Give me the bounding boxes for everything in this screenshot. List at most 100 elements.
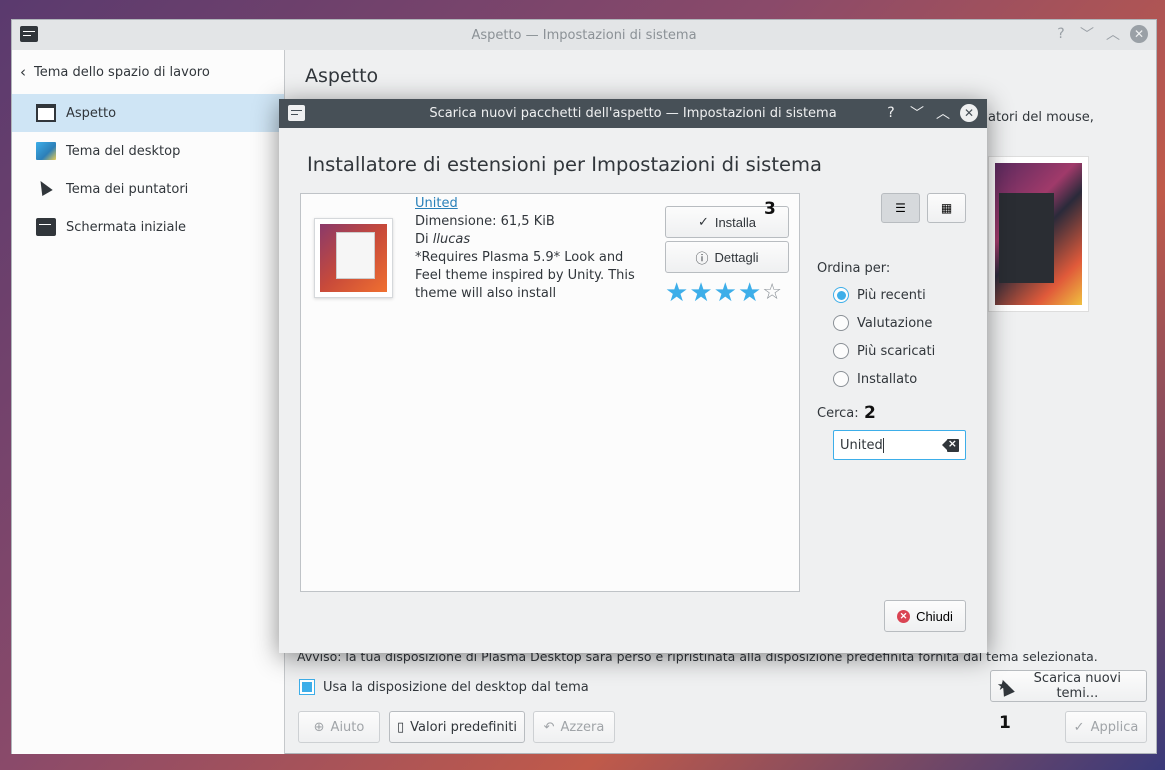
item-author-prefix: Di (415, 232, 433, 247)
close-circle-icon: ✕ (897, 609, 911, 623)
sort-option-label: Valutazione (857, 315, 933, 331)
clear-text-icon[interactable]: × (941, 437, 959, 452)
document-icon: ▯ (397, 719, 405, 735)
reset-button-label: Azzera (560, 719, 605, 735)
star-filled-icon: ★ (737, 278, 762, 308)
maximize-icon[interactable]: ︿ (1104, 25, 1122, 43)
undo-icon: ↶ (543, 719, 555, 735)
defaults-button-label: Valori predefiniti (410, 719, 517, 735)
annotation-number-2: 2 (864, 403, 876, 423)
item-author: llucas (432, 232, 471, 247)
sidebar-back-button[interactable]: ‹ Tema dello spazio di lavoro (12, 50, 284, 94)
download-themes-button[interactable]: ★ Scarica nuovi temi... (990, 670, 1147, 702)
dialog-window-controls: ? ﹀ ︿ ✕ (882, 104, 978, 122)
main-window-title: Aspetto — Impostazioni di sistema (471, 27, 697, 43)
check-icon: ✓ (697, 214, 709, 229)
radio-button[interactable] (833, 343, 849, 359)
apply-button[interactable]: ✓ Applica (1065, 711, 1147, 743)
dialog-titlebar: Scarica nuovi pacchetti dell'aspetto — I… (279, 99, 987, 128)
grid-view-button[interactable]: ▦ (927, 193, 966, 223)
rating-stars[interactable]: ★ ★ ★ ★ ☆ (665, 280, 782, 306)
dialog-heading: Installatore di estensioni per Impostazi… (307, 153, 822, 176)
sidebar: ‹ Tema dello spazio di lavoro Aspetto Te… (12, 50, 285, 754)
sidebar-item-label: Tema del desktop (66, 143, 181, 159)
minimize-icon[interactable]: ﹀ (1078, 25, 1096, 43)
close-icon[interactable]: ✕ (960, 104, 978, 122)
sort-option-label: Installato (857, 371, 918, 387)
star-filled-icon: ★ (665, 278, 689, 308)
app-icon[interactable] (20, 26, 38, 42)
details-button[interactable]: ⓘ Dettagli (665, 241, 789, 273)
sidebar-back-label: Tema dello spazio di lavoro (34, 64, 210, 80)
item-size: Dimensione: 61,5 KiB (415, 214, 555, 229)
download-themes-label: Scarica nuovi temi... (1033, 671, 1121, 701)
sidebar-item-label: Tema dei puntatori (66, 181, 189, 197)
minimize-icon[interactable]: ﹀ (908, 104, 926, 122)
results-list: United Dimensione: 61,5 KiB Di llucas *R… (300, 193, 800, 592)
reset-button[interactable]: ↶ Azzera (533, 711, 615, 743)
list-view-icon: ☰ (895, 201, 906, 215)
sidebar-item-aspetto[interactable]: Aspetto (12, 94, 284, 132)
radio-button[interactable] (833, 287, 849, 303)
use-layout-label: Usa la disposizione del desktop dal tema (323, 679, 589, 695)
item-name-link[interactable]: United (415, 196, 458, 211)
sidebar-item-cursor-theme[interactable]: Tema dei puntatori (12, 170, 284, 208)
get-new-stuff-dialog: Scarica nuovi pacchetti dell'aspetto — I… (279, 99, 987, 653)
install-button-label: Installa (714, 214, 757, 230)
grid-view-icon: ▦ (940, 201, 953, 215)
info-icon: ⓘ (695, 250, 709, 266)
use-layout-checkbox-row[interactable]: Usa la disposizione del desktop dal tema (299, 679, 589, 695)
dialog-title: Scarica nuovi pacchetti dell'aspetto — I… (429, 106, 837, 121)
close-icon[interactable]: ✕ (1130, 25, 1148, 43)
help-button[interactable]: ⊕ Aiuto (298, 711, 380, 743)
list-view-button[interactable]: ☰ (881, 193, 920, 223)
radio-button[interactable] (833, 371, 849, 387)
close-dialog-label: Chiudi (916, 608, 953, 624)
sidebar-item-desktop-theme[interactable]: Tema del desktop (12, 132, 284, 170)
sort-option-downloads[interactable]: Più scaricati (833, 343, 935, 359)
dialog-app-icon[interactable] (288, 105, 305, 121)
main-titlebar: Aspetto — Impostazioni di sistema ? ﹀ ︿ … (12, 20, 1156, 50)
sort-option-label: Più scaricati (857, 343, 936, 359)
search-label: Cerca: (817, 406, 859, 421)
page-title: Aspetto (305, 65, 379, 87)
annotation-number-1: 1 (999, 713, 1011, 733)
item-thumbnail[interactable] (314, 218, 393, 298)
defaults-button[interactable]: ▯ Valori predefiniti (389, 711, 525, 743)
search-input[interactable]: United × (833, 430, 966, 460)
star-filled-icon: ★ (689, 278, 713, 308)
sort-label: Ordina per: (817, 261, 891, 276)
sort-option-label: Più recenti (857, 287, 926, 303)
help-lifebuoy-icon: ⊕ (313, 719, 325, 735)
help-icon[interactable]: ? (882, 104, 900, 122)
check-icon: ✓ (1073, 719, 1085, 735)
partial-description-text: atori del mouse, (988, 110, 1094, 125)
desktop-theme-icon (36, 142, 56, 160)
item-description: *Requires Plasma 5.9* Look and Feel them… (415, 250, 635, 301)
cursor-icon (35, 177, 56, 198)
splash-icon (36, 218, 56, 236)
theme-preview-image[interactable] (988, 156, 1089, 312)
sidebar-item-label: Schermata iniziale (66, 219, 187, 235)
use-layout-checkbox[interactable] (299, 679, 315, 695)
star-filled-icon: ★ (713, 278, 737, 308)
sidebar-item-splash[interactable]: Schermata iniziale (12, 208, 284, 246)
sidebar-item-label: Aspetto (66, 105, 117, 121)
maximize-icon[interactable]: ︿ (934, 104, 952, 122)
details-button-label: Dettagli (714, 249, 759, 265)
help-icon[interactable]: ? (1052, 25, 1070, 43)
main-window-controls: ? ﹀ ︿ ✕ (1052, 25, 1148, 43)
star-empty-icon: ☆ (762, 280, 782, 305)
help-button-label: Aiuto (330, 719, 365, 735)
window-icon (36, 104, 56, 122)
search-input-value: United (840, 437, 883, 453)
radio-button[interactable] (833, 315, 849, 331)
close-dialog-button[interactable]: ✕ Chiudi (884, 600, 966, 632)
annotation-number-3: 3 (764, 199, 776, 219)
apply-button-label: Applica (1090, 719, 1139, 735)
sort-option-rating[interactable]: Valutazione (833, 315, 932, 331)
sort-option-recent[interactable]: Più recenti (833, 287, 926, 303)
sort-option-installed[interactable]: Installato (833, 371, 917, 387)
item-author-line: Di llucas (415, 231, 470, 249)
chevron-left-icon: ‹ (20, 63, 26, 81)
